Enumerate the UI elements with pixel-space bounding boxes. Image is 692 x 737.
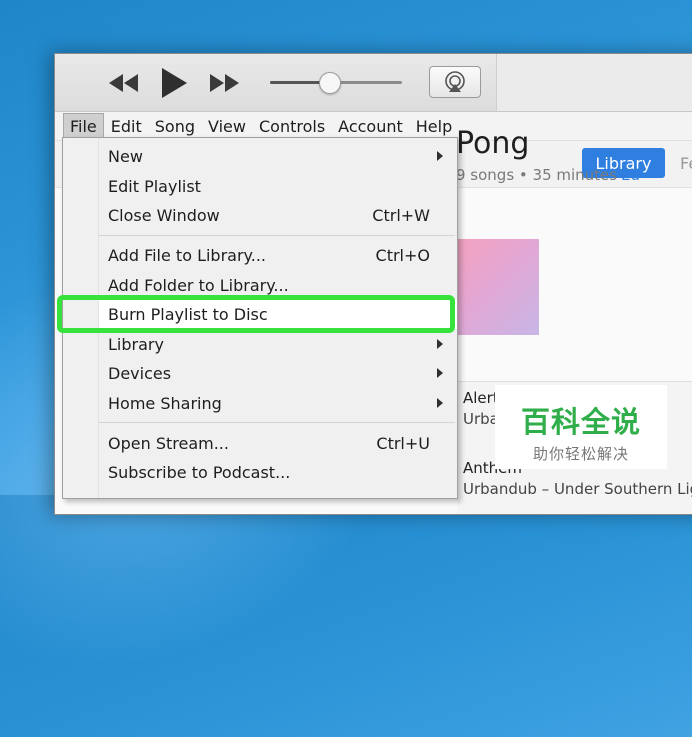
- submenu-arrow-icon: [437, 368, 443, 378]
- airplay-icon: [445, 71, 465, 92]
- fast-forward-button[interactable]: [207, 68, 241, 98]
- list-item[interactable]: Alert Urba: [463, 388, 499, 430]
- menu-item-open-stream[interactable]: Open Stream... Ctrl+U: [99, 429, 457, 458]
- menu-icon-gutter: [63, 138, 99, 498]
- menu-item-edit-playlist[interactable]: Edit Playlist: [99, 172, 457, 201]
- track-artist: Urba: [463, 410, 499, 428]
- submenu-arrow-icon: [437, 339, 443, 349]
- fast-forward-icon: [210, 74, 239, 92]
- playlist-artwork: [457, 239, 539, 335]
- track-title: Alert: [463, 389, 499, 407]
- track-artist: Urbandub – Under Southern Ligh: [463, 480, 692, 498]
- toolbar-display-area: [496, 54, 692, 111]
- menu-item-add-file[interactable]: Add File to Library... Ctrl+O: [99, 241, 457, 270]
- menu-controls[interactable]: Controls: [253, 114, 331, 139]
- menu-item-devices[interactable]: Devices: [99, 359, 457, 388]
- menu-separator: [99, 422, 455, 423]
- playlist-meta: 9 songs • 35 minutes: [456, 166, 618, 184]
- playback-toolbar: [55, 54, 692, 112]
- menu-help[interactable]: Help: [410, 114, 458, 139]
- menu-file[interactable]: File: [63, 112, 104, 140]
- menu-item-burn-playlist[interactable]: Burn Playlist to Disc: [99, 300, 457, 329]
- menu-item-label: Home Sharing: [108, 394, 222, 413]
- submenu-arrow-icon: [437, 151, 443, 161]
- menu-item-label: Add File to Library...: [108, 246, 266, 265]
- menu-item-label: Devices: [108, 364, 172, 383]
- rewind-icon: [109, 74, 138, 92]
- watermark-subtitle: 助你轻松解决: [532, 445, 629, 463]
- menu-account[interactable]: Account: [332, 114, 409, 139]
- menu-item-close-window[interactable]: Close Window Ctrl+W: [99, 201, 457, 230]
- menu-item-library[interactable]: Library: [99, 330, 457, 359]
- menu-item-subscribe-podcast[interactable]: Subscribe to Podcast...: [99, 458, 457, 487]
- menu-item-add-folder[interactable]: Add Folder to Library...: [99, 271, 457, 300]
- watermark-title: 百科全说: [520, 405, 641, 439]
- menu-item-label: Library: [108, 335, 164, 354]
- menu-separator: [99, 235, 455, 236]
- menu-item-shortcut: Ctrl+U: [376, 434, 430, 453]
- tab-next[interactable]: Fe: [680, 154, 692, 173]
- menu-view[interactable]: View: [202, 114, 252, 139]
- file-menu-dropdown: New Edit Playlist Close Window Ctrl+W Ad…: [62, 137, 458, 499]
- menu-item-label: Open Stream...: [108, 434, 229, 453]
- rewind-button[interactable]: [107, 68, 141, 98]
- airplay-button[interactable]: [429, 66, 481, 98]
- menu-item-label: Burn Playlist to Disc: [108, 305, 268, 324]
- menu-item-label: Add Folder to Library...: [108, 276, 289, 295]
- menu-item-new[interactable]: New: [99, 142, 457, 171]
- play-icon: [162, 68, 187, 98]
- menu-item-label: Close Window: [108, 206, 220, 225]
- menu-song[interactable]: Song: [149, 114, 201, 139]
- menu-item-label: Edit Playlist: [108, 177, 201, 196]
- submenu-arrow-icon: [437, 398, 443, 408]
- menu-item-label: New: [108, 147, 143, 166]
- edit-playlist-link[interactable]: Ed: [621, 166, 640, 184]
- menu-item-shortcut: Ctrl+O: [375, 246, 430, 265]
- volume-slider[interactable]: [270, 72, 402, 94]
- watermark-logo: 百科全说 助你轻松解决: [495, 385, 667, 469]
- menu-item-label: Subscribe to Podcast...: [108, 463, 291, 482]
- menu-item-shortcut: Ctrl+W: [372, 206, 430, 225]
- playlist-title: Pong: [456, 126, 530, 161]
- volume-knob[interactable]: [319, 72, 342, 94]
- menu-item-home-sharing[interactable]: Home Sharing: [99, 389, 457, 418]
- play-button[interactable]: [159, 68, 189, 98]
- menu-edit[interactable]: Edit: [105, 114, 148, 139]
